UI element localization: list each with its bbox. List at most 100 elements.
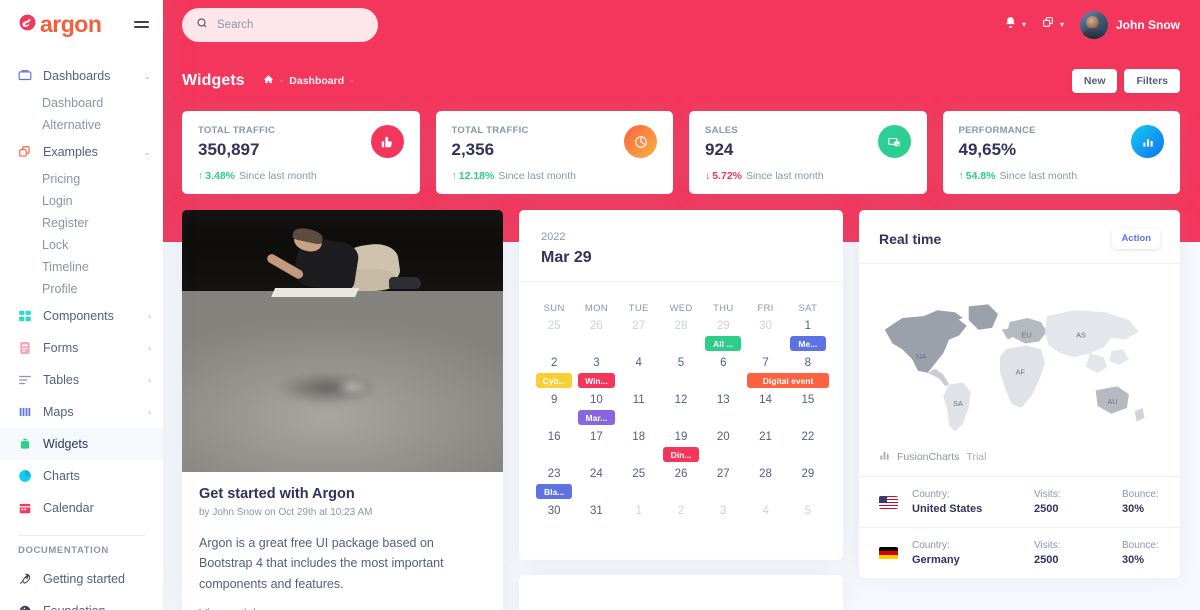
search-box[interactable]: [182, 7, 378, 42]
calendar-day-cell[interactable]: 30: [744, 318, 786, 355]
calendar-day-cell[interactable]: 26: [660, 466, 702, 503]
calendar-day-cell[interactable]: 3 Win...: [575, 355, 617, 392]
calendar-day-cell[interactable]: 25: [618, 466, 660, 503]
calendar-day-cell[interactable]: 10 Mar...: [575, 392, 617, 429]
calendar-event-badge[interactable]: Me...: [789, 336, 826, 351]
calendar-day-cell[interactable]: 17: [575, 429, 617, 466]
user-menu[interactable]: John Snow: [1080, 10, 1180, 39]
calendar-day-cell[interactable]: 8: [787, 355, 829, 392]
sidebar-subitem-profile[interactable]: Profile: [0, 278, 163, 300]
calendar-day-cell[interactable]: 27: [618, 318, 660, 355]
sidebar-subitem-pricing[interactable]: Pricing: [0, 168, 163, 190]
calendar-day-number: 29: [801, 468, 815, 480]
calendar-day-number: 26: [674, 468, 688, 480]
sidebar-item-widgets[interactable]: Widgets: [0, 428, 163, 460]
sidebar-subitem-login[interactable]: Login: [0, 190, 163, 212]
stat-note: Since last month: [999, 170, 1078, 182]
sidebar-item-foundation[interactable]: Foundation: [0, 595, 163, 610]
brand-logo[interactable]: argon: [18, 13, 102, 36]
search-input[interactable]: [217, 18, 364, 31]
calendar-day-cell[interactable]: 15: [787, 392, 829, 429]
sidebar-subitem-alternative[interactable]: Alternative: [0, 114, 163, 136]
sidebar-subitem-dashboard[interactable]: Dashboard: [0, 92, 163, 114]
calendar-day-cell[interactable]: 6: [702, 355, 744, 392]
sidebar-item-charts[interactable]: Charts: [0, 460, 163, 492]
sidebar-subitem-lock[interactable]: Lock: [0, 234, 163, 256]
calendar-day-cell[interactable]: 5: [787, 503, 829, 540]
sidebar-subitem-register[interactable]: Register: [0, 212, 163, 234]
calendar-day-cell[interactable]: 23 Bla...: [533, 466, 575, 503]
calendar-day-cell[interactable]: 14: [744, 392, 786, 429]
sidebar-item-components[interactable]: Components ›: [0, 300, 163, 332]
calendar-day-cell[interactable]: 18: [618, 429, 660, 466]
calendar-day-cell[interactable]: 11: [618, 392, 660, 429]
action-button[interactable]: Action: [1112, 228, 1160, 249]
calendar-day-cell[interactable]: 12: [660, 392, 702, 429]
calendar-day-cell[interactable]: 25: [533, 318, 575, 355]
sidebar-subitem-timeline[interactable]: Timeline: [0, 256, 163, 278]
calendar-day-cell[interactable]: 21: [744, 429, 786, 466]
calendar-day-cell[interactable]: 27: [702, 466, 744, 503]
layers-icon: [18, 145, 36, 159]
bell-icon: [1004, 16, 1017, 34]
calendar-week-row: 16 17 18 19 Din... 20 21 22: [533, 429, 829, 466]
calendar-dow-row: SUN MON TUE WED THU FRI SAT: [533, 294, 829, 318]
calendar-event-badge[interactable]: All ...: [705, 336, 742, 351]
apps-dropdown[interactable]: ▾: [1042, 16, 1064, 34]
map-label-sa: SA: [953, 399, 963, 408]
realtime-card: Real time Action NA SA EU AF AS AU Fusio…: [859, 210, 1180, 578]
top-navbar: ▾ ▾ John Snow: [163, 0, 1200, 49]
calendar-day-cell[interactable]: 7 Digital event: [744, 355, 829, 392]
world-map[interactable]: NA SA EU AF AS AU: [859, 264, 1180, 450]
calendar-event-badge[interactable]: Cyb...: [536, 373, 573, 388]
calendar-day-cell[interactable]: 28: [660, 318, 702, 355]
notifications-dropdown[interactable]: ▾: [1004, 16, 1026, 34]
calendar-day-cell[interactable]: 5: [660, 355, 702, 392]
calendar-day-number: 25: [547, 320, 561, 332]
hamburger-menu-icon[interactable]: [134, 21, 149, 28]
calendar-day-cell[interactable]: 24: [575, 466, 617, 503]
calendar-day-cell[interactable]: 9: [533, 392, 575, 429]
calendar-day-cell[interactable]: 20: [702, 429, 744, 466]
page-title: Widgets: [182, 72, 245, 89]
de-flag-icon: [879, 546, 898, 560]
calendar-event-badge[interactable]: Mar...: [578, 410, 615, 425]
calendar-day-cell[interactable]: 3: [702, 503, 744, 540]
calendar-day-cell[interactable]: 29 All ...: [702, 318, 744, 355]
calendar-day-cell[interactable]: 26: [575, 318, 617, 355]
calendar-day-cell[interactable]: 13: [702, 392, 744, 429]
calendar-event-badge[interactable]: Win...: [578, 373, 615, 388]
calendar-event-badge[interactable]: Bla...: [536, 484, 573, 499]
sidebar-item-getting-started[interactable]: Getting started: [0, 563, 163, 595]
calendar-day-cell[interactable]: 22: [787, 429, 829, 466]
sidebar-item-tables[interactable]: Tables ›: [0, 364, 163, 396]
calendar-day-cell[interactable]: 28: [744, 466, 786, 503]
new-button[interactable]: New: [1071, 69, 1118, 93]
sidebar-item-dashboards[interactable]: Dashboards ⌄: [0, 60, 163, 92]
calendar-day-cell[interactable]: 29: [787, 466, 829, 503]
home-icon[interactable]: [263, 74, 274, 88]
stat-cards: TOTAL TRAFFIC 350,897 ↑ 3.48% Since last …: [163, 93, 1200, 194]
calendar-day-number: 11: [632, 394, 645, 406]
calendar-day-cell[interactable]: 1: [618, 503, 660, 540]
filters-button[interactable]: Filters: [1124, 69, 1180, 93]
sidebar-item-maps[interactable]: Maps ›: [0, 396, 163, 428]
calendar-day-cell[interactable]: 19 Din...: [660, 429, 702, 466]
calendar-day-cell[interactable]: 30: [533, 503, 575, 540]
sidebar-label: Calendar: [43, 501, 94, 515]
calendar-event-badge[interactable]: Din...: [662, 447, 700, 462]
calendar-day-cell[interactable]: 1 Me...: [787, 318, 829, 355]
breadcrumb: - Dashboard -: [263, 74, 354, 88]
calendar-day-cell[interactable]: 4: [744, 503, 786, 540]
dow-thu: THU: [713, 303, 734, 314]
sidebar-item-examples[interactable]: Examples ⌄: [0, 136, 163, 168]
sidebar-item-forms[interactable]: Forms ›: [0, 332, 163, 364]
breadcrumb-item-dashboard[interactable]: Dashboard: [289, 75, 344, 87]
sidebar-item-calendar[interactable]: Calendar: [0, 492, 163, 524]
calendar-day-cell[interactable]: 4: [618, 355, 660, 392]
calendar-day-cell[interactable]: 31: [575, 503, 617, 540]
calendar-day-cell[interactable]: 2 Cyb...: [533, 355, 575, 392]
calendar-day-cell[interactable]: 2: [660, 503, 702, 540]
map-label-af: AF: [1016, 368, 1026, 377]
calendar-day-cell[interactable]: 16: [533, 429, 575, 466]
